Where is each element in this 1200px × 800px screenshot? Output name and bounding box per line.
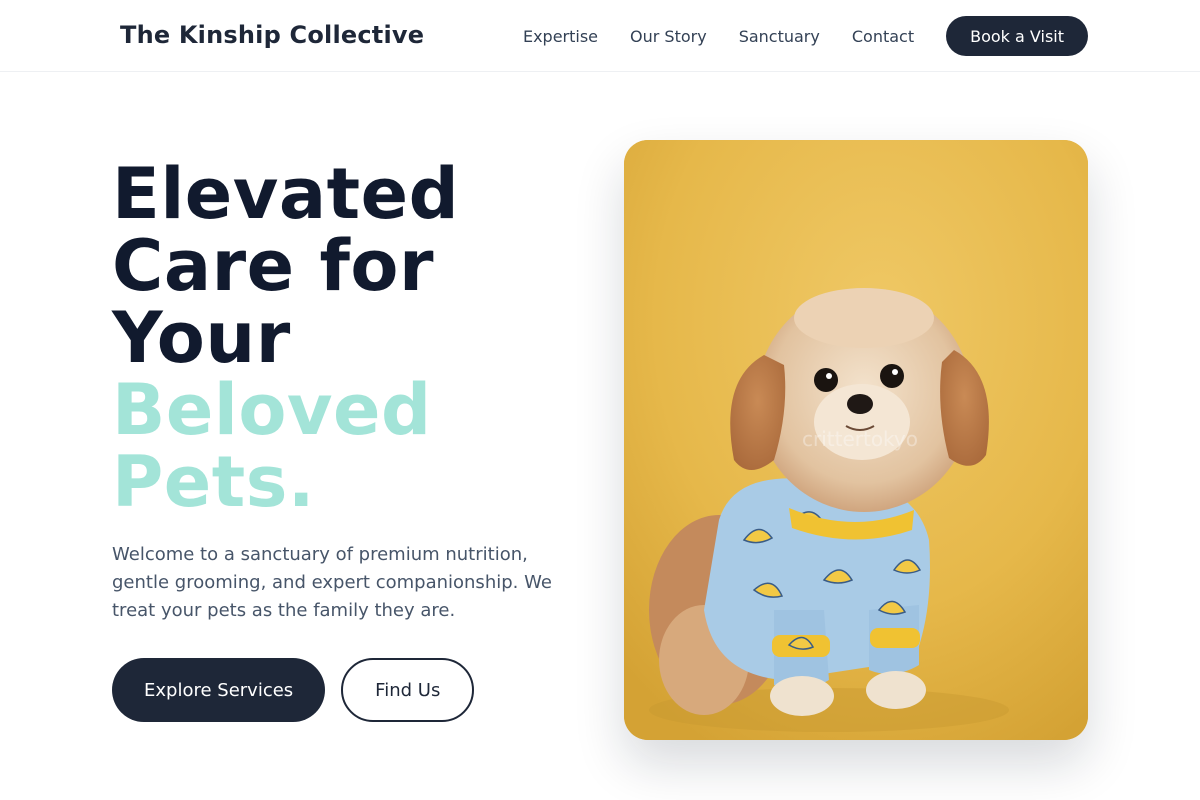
main-nav: Expertise Our Story Sanctuary Contact Bo… (523, 16, 1088, 56)
hero-title-accent-line: Pets. (112, 441, 315, 523)
nav-link-expertise[interactable]: Expertise (523, 27, 598, 46)
book-visit-button[interactable]: Book a Visit (946, 16, 1088, 56)
dog-illustration: crittertokyo (624, 140, 1088, 740)
hero-title-line: Elevated (112, 153, 460, 235)
nav-link-contact[interactable]: Contact (852, 27, 914, 46)
brand-logo[interactable]: The Kinship Collective (120, 20, 424, 50)
image-watermark: crittertokyo (802, 427, 918, 451)
find-us-button[interactable]: Find Us (341, 658, 475, 722)
site-header: The Kinship Collective Expertise Our Sto… (0, 0, 1200, 72)
hero-title-accent-line: Beloved (112, 369, 432, 451)
explore-services-button[interactable]: Explore Services (112, 658, 326, 722)
nav-link-our-story[interactable]: Our Story (630, 27, 707, 46)
hero-dog-photo: crittertokyo (624, 140, 1088, 740)
nav-link-sanctuary[interactable]: Sanctuary (739, 27, 820, 46)
hero-actions: Explore Services Find Us (112, 658, 475, 722)
hero-title: Elevated Care for Your Beloved Pets. (112, 158, 592, 518)
hero-description: Welcome to a sanctuary of premium nutrit… (112, 544, 552, 621)
hero-title-line: Your (112, 297, 291, 379)
hero-title-line: Care for (112, 225, 435, 307)
